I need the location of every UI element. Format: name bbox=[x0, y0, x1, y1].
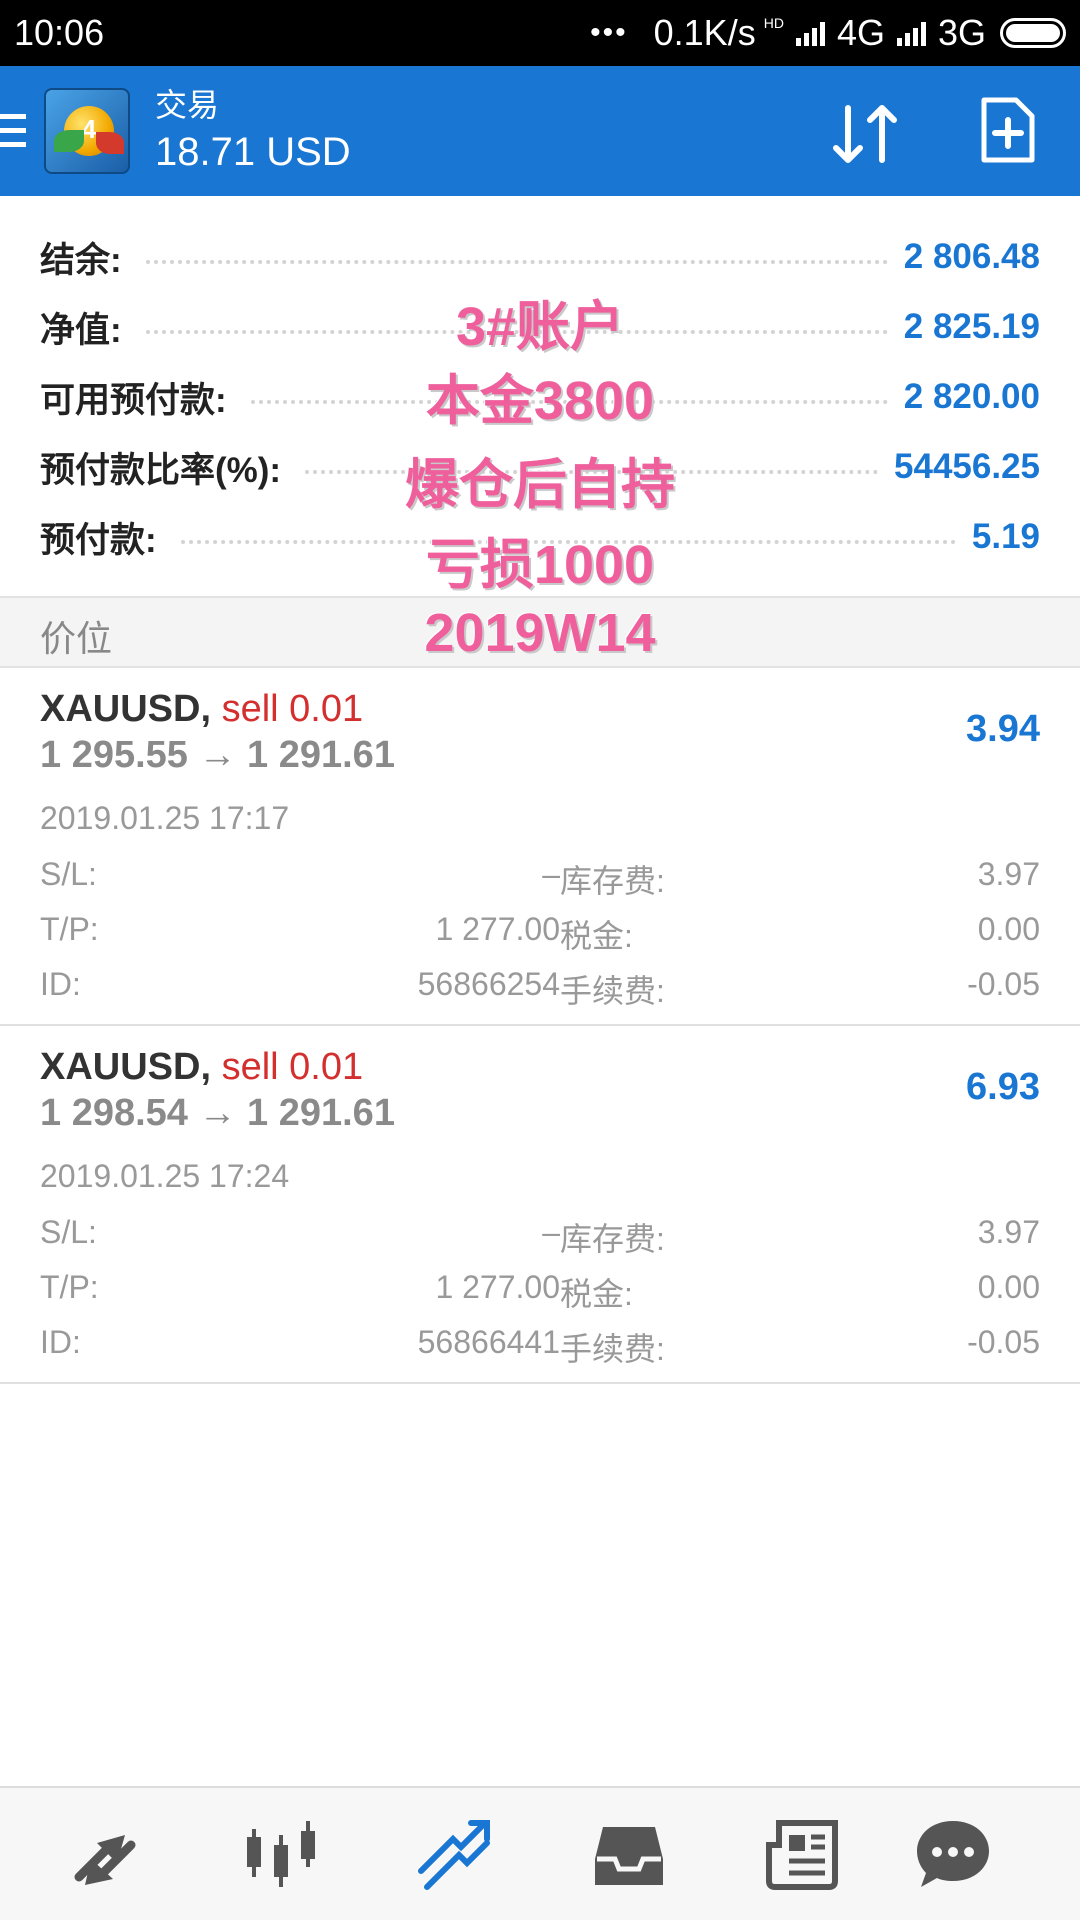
trade-icon[interactable] bbox=[410, 1810, 500, 1900]
history-icon[interactable] bbox=[584, 1810, 674, 1900]
trade-date: 2019.01.25 17:17 bbox=[40, 800, 290, 836]
watermark-line: 3#账户 bbox=[455, 297, 625, 357]
summary-row-balance: 结余: 2 806.48 bbox=[40, 237, 1040, 280]
sort-icon[interactable] bbox=[830, 102, 900, 166]
trade-symbol-line: XAUUSD, sell 0.01 bbox=[40, 688, 364, 730]
status-bar: 10:06 ••• 0.1K/s HD 4G 3G bbox=[0, 0, 1080, 66]
status-indicators: ••• 0.1K/s HD 4G 3G bbox=[590, 12, 1066, 54]
chat-icon[interactable] bbox=[908, 1810, 998, 1900]
page-title: 交易 bbox=[155, 87, 220, 123]
signal-icon-2 bbox=[896, 20, 926, 46]
trade-row[interactable]: XAUUSD, sell 0.01 1 295.55 → 1 291.61 3.… bbox=[0, 668, 1080, 1026]
more-dots: ••• bbox=[590, 16, 628, 49]
trade-row[interactable]: XAUUSD, sell 0.01 1 298.54 → 1 291.61 6.… bbox=[0, 1026, 1080, 1384]
app-logo: 4 bbox=[44, 88, 130, 174]
new-order-icon[interactable] bbox=[980, 96, 1036, 164]
watermark-line: 本金3800 bbox=[425, 371, 655, 431]
trade-details: S/L: – 库存费: 3.97 T/P: 1 277.00 税金: 0.00 ID: 568… bbox=[40, 856, 1040, 1009]
trade-details: S/L: – 库存费: 3.97 T/P: 1 277.00 税金: 0.00 ID: 568… bbox=[40, 1214, 1040, 1367]
quotes-icon[interactable] bbox=[62, 1810, 152, 1900]
network-type-2: 3G bbox=[937, 12, 986, 53]
status-time: 10:06 bbox=[14, 12, 105, 53]
battery-icon bbox=[1000, 18, 1066, 48]
trade-side: sell 0.01 bbox=[221, 1046, 364, 1088]
trade-prices: 1 295.55 → 1 291.61 bbox=[40, 734, 395, 776]
network-type-1: 4G bbox=[836, 12, 885, 53]
trade-side: sell 0.01 bbox=[221, 688, 364, 730]
signal-icon bbox=[795, 20, 825, 46]
news-icon[interactable] bbox=[758, 1810, 848, 1900]
watermark-line: 2019W14 bbox=[424, 603, 656, 663]
menu-icon[interactable] bbox=[0, 114, 26, 156]
section-title: 价位 bbox=[40, 618, 113, 659]
chart-icon[interactable] bbox=[236, 1810, 326, 1900]
trade-profit: 6.93 bbox=[966, 1066, 1040, 1108]
watermark-line: 爆仓后自持 bbox=[405, 455, 675, 515]
watermark-line: 亏损1000 bbox=[425, 535, 655, 595]
trade-date: 2019.01.25 17:24 bbox=[40, 1158, 290, 1194]
net-speed: 0.1K/s bbox=[653, 12, 756, 53]
bottom-nav bbox=[0, 1786, 1080, 1920]
trade-symbol-line: XAUUSD, sell 0.01 bbox=[40, 1046, 364, 1088]
account-profit: 18.71 USD bbox=[155, 130, 351, 174]
hd-label: HD bbox=[763, 15, 784, 31]
app-bar: 4 交易 18.71 USD bbox=[0, 66, 1080, 196]
trade-profit: 3.94 bbox=[966, 708, 1040, 750]
trade-prices: 1 298.54 → 1 291.61 bbox=[40, 1092, 395, 1134]
